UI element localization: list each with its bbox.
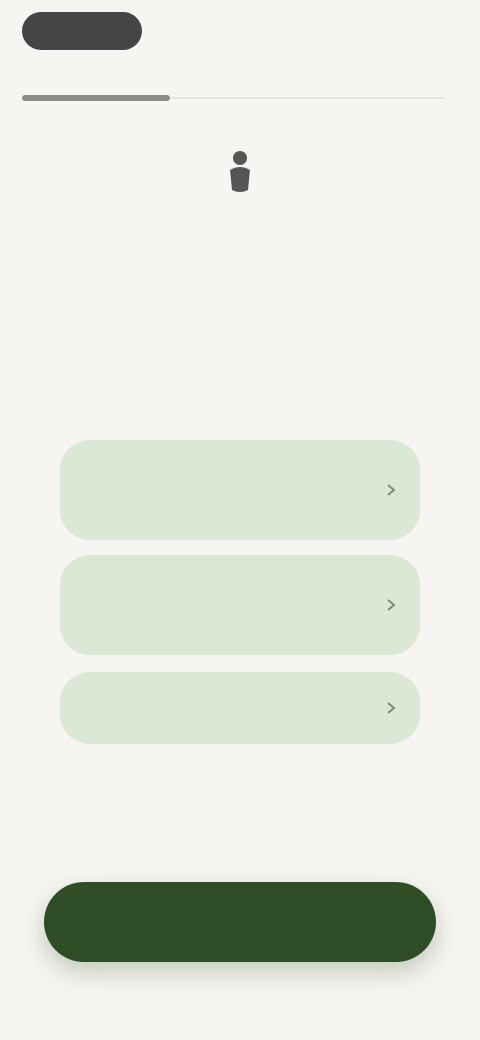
progress-bar <box>22 95 444 101</box>
option-1[interactable] <box>60 440 420 540</box>
back-button[interactable] <box>22 12 142 50</box>
option-2[interactable] <box>60 555 420 655</box>
chevron-right-icon <box>387 484 396 496</box>
progress-fill <box>22 95 170 101</box>
person-icon <box>222 148 258 200</box>
chevron-right-icon <box>387 702 396 714</box>
option-3[interactable] <box>60 672 420 744</box>
chevron-right-icon <box>387 599 396 611</box>
primary-button[interactable] <box>44 882 436 962</box>
